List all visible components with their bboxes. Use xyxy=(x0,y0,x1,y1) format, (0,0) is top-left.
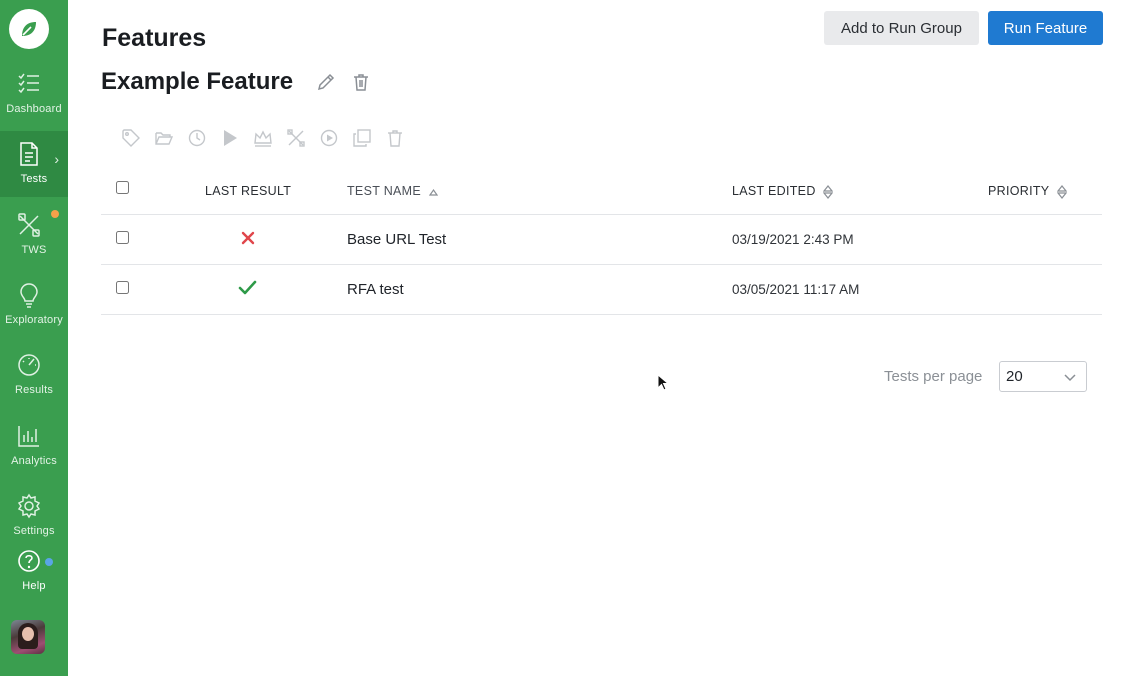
lightbulb-icon xyxy=(20,283,38,308)
leaf-icon xyxy=(22,22,36,36)
sidebar-item-label: Results xyxy=(14,384,54,396)
page-title: Features xyxy=(102,24,207,52)
feature-title: Example Feature xyxy=(101,68,294,95)
test-name-link[interactable]: Base URL Test xyxy=(347,231,446,248)
folder-icon[interactable] xyxy=(154,128,174,148)
tests-per-page-select[interactable]: 20 xyxy=(999,361,1087,392)
select-all-checkbox[interactable] xyxy=(116,181,129,194)
play-circle-icon[interactable] xyxy=(319,128,339,148)
sidebar-item-label: Exploratory xyxy=(5,314,63,326)
row-checkbox[interactable] xyxy=(116,231,129,244)
sidebar-item-label: Tests xyxy=(20,173,48,185)
trash-icon[interactable] xyxy=(351,72,371,92)
notification-badge xyxy=(45,558,53,566)
column-header-last-edited[interactable]: LAST EDITED xyxy=(732,184,834,199)
sidebar-item-help[interactable]: Help xyxy=(0,540,68,598)
clock-icon[interactable] xyxy=(187,128,207,148)
sidebar-item-exploratory[interactable]: Exploratory xyxy=(0,272,68,338)
column-header-priority[interactable]: PRIORITY xyxy=(988,184,1067,199)
failed-icon xyxy=(241,231,255,245)
row-checkbox[interactable] xyxy=(116,281,129,294)
last-edited-value: 03/05/2021 11:17 AM xyxy=(732,282,860,297)
app-logo[interactable] xyxy=(9,9,49,49)
tools-icon[interactable] xyxy=(286,128,306,148)
sidebar: Dashboard › Tests TWS Exploratory Result… xyxy=(0,0,68,676)
sidebar-item-label: Dashboard xyxy=(6,103,62,115)
passed-icon xyxy=(238,280,257,295)
mouse-cursor-icon xyxy=(657,374,669,391)
bar-chart-icon xyxy=(18,426,39,447)
sidebar-item-label: Help xyxy=(22,580,46,592)
sidebar-item-label: Settings xyxy=(13,525,55,537)
last-edited-value: 03/19/2021 2:43 PM xyxy=(732,232,854,247)
sort-ascending-icon xyxy=(428,188,438,196)
column-header-label: TEST NAME xyxy=(347,184,422,198)
tests-per-page-label: Tests per page xyxy=(884,368,983,385)
divider xyxy=(101,264,1102,265)
sort-icon xyxy=(823,184,834,199)
copy-icon[interactable] xyxy=(352,128,372,148)
tools-icon xyxy=(18,213,40,237)
sidebar-item-label: TWS xyxy=(21,244,47,256)
edit-icon[interactable] xyxy=(316,72,336,92)
select-value: 20 xyxy=(1006,368,1023,385)
column-header-test-name[interactable]: TEST NAME xyxy=(347,184,438,198)
sidebar-item-dashboard[interactable]: Dashboard xyxy=(0,61,68,127)
help-icon xyxy=(18,550,40,572)
column-header-label: PRIORITY xyxy=(988,184,1050,198)
avatar[interactable] xyxy=(11,620,45,654)
sidebar-item-label: Analytics xyxy=(11,455,57,467)
gauge-icon xyxy=(18,354,40,376)
column-header-last-result[interactable]: LAST RESULT xyxy=(205,184,291,198)
sort-icon xyxy=(1057,184,1067,199)
play-icon[interactable] xyxy=(220,128,240,148)
column-header-label: LAST EDITED xyxy=(732,184,816,198)
chevron-down-icon xyxy=(1064,374,1076,382)
add-to-run-group-button[interactable]: Add to Run Group xyxy=(824,11,979,45)
gear-icon xyxy=(17,493,41,519)
divider xyxy=(101,214,1102,215)
document-icon xyxy=(20,142,38,166)
sidebar-item-analytics[interactable]: Analytics xyxy=(0,413,68,479)
chevron-right-icon: › xyxy=(54,151,59,167)
divider xyxy=(101,314,1102,315)
sidebar-item-results[interactable]: Results xyxy=(0,342,68,408)
run-feature-button[interactable]: Run Feature xyxy=(988,11,1103,45)
crown-icon[interactable] xyxy=(253,128,273,148)
sidebar-item-tests[interactable]: › Tests xyxy=(0,131,68,197)
checklist-icon xyxy=(18,73,39,94)
tag-icon[interactable] xyxy=(121,128,141,148)
notification-badge xyxy=(51,210,59,218)
test-name-link[interactable]: RFA test xyxy=(347,281,404,298)
trash-icon[interactable] xyxy=(385,128,405,148)
